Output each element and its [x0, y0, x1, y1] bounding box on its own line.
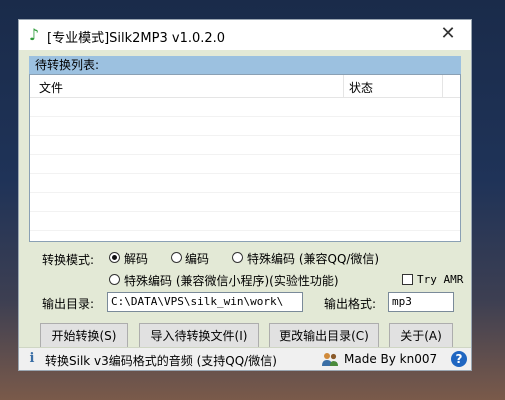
client-area: 待转换列表: 文件 状态 转换模式: 解码 编码 特殊编码 (兼容QQ/微信) — [19, 50, 471, 370]
status-bar: i 转换Silk v3编码格式的音频 (支持QQ/微信) Made By kn0… — [19, 347, 471, 370]
mode-label: 转换模式: — [42, 253, 95, 267]
app-window: ♪ [专业模式]Silk2MP3 v1.0.2.0 ✕ 待转换列表: 文件 状态… — [18, 19, 472, 371]
output-format-field[interactable]: mp3 — [388, 292, 454, 312]
radio-decode[interactable] — [109, 252, 120, 263]
column-header-file[interactable]: 文件 — [39, 79, 63, 96]
radio-special-encode-qq-label[interactable]: 特殊编码 (兼容QQ/微信) — [247, 250, 379, 267]
list-row — [30, 155, 460, 174]
author-text: Made By kn007 — [344, 352, 438, 366]
column-header-status[interactable]: 状态 — [349, 79, 373, 96]
import-files-button[interactable]: 导入待转换文件(I) — [139, 323, 259, 349]
column-separator — [442, 75, 443, 97]
change-output-dir-button[interactable]: 更改输出目录(C) — [269, 323, 379, 349]
title-bar: ♪ [专业模式]Silk2MP3 v1.0.2.0 ✕ — [19, 20, 471, 50]
list-row — [30, 136, 460, 155]
try-amr-checkbox[interactable] — [402, 274, 413, 285]
window-title: [专业模式]Silk2MP3 v1.0.2.0 — [47, 31, 226, 46]
list-group-header: 待转换列表: — [29, 56, 461, 74]
music-note-icon: ♪ — [28, 25, 40, 44]
radio-encode[interactable] — [171, 252, 182, 263]
status-text: 转换Silk v3编码格式的音频 (支持QQ/微信) — [45, 354, 277, 368]
list-row — [30, 231, 460, 241]
output-dir-label: 输出目录: — [42, 297, 95, 311]
radio-special-encode-miniapp[interactable] — [109, 274, 120, 285]
list-row — [30, 193, 460, 212]
radio-decode-label[interactable]: 解码 — [124, 250, 148, 267]
list-row — [30, 117, 460, 136]
output-dir-field[interactable]: C:\DATA\VPS\silk_win\work\ — [107, 292, 303, 312]
file-list[interactable]: 文件 状态 — [29, 74, 461, 242]
list-row — [30, 98, 460, 117]
column-separator — [343, 75, 344, 97]
info-icon: i — [29, 351, 35, 366]
users-icon — [322, 353, 338, 366]
close-button[interactable]: ✕ — [425, 20, 471, 50]
radio-special-encode-miniapp-label[interactable]: 特殊编码 (兼容微信小程序)(实验性功能) — [124, 272, 339, 289]
list-header: 文件 状态 — [30, 75, 460, 98]
help-icon[interactable]: ? — [451, 351, 467, 367]
output-format-label: 输出格式: — [324, 297, 377, 311]
start-convert-button[interactable]: 开始转换(S) — [40, 323, 128, 349]
radio-special-encode-qq[interactable] — [232, 252, 243, 263]
try-amr-label[interactable]: Try AMR — [417, 273, 463, 286]
about-button[interactable]: 关于(A) — [389, 323, 453, 349]
radio-encode-label[interactable]: 编码 — [185, 250, 209, 267]
list-row — [30, 174, 460, 193]
list-row — [30, 212, 460, 231]
